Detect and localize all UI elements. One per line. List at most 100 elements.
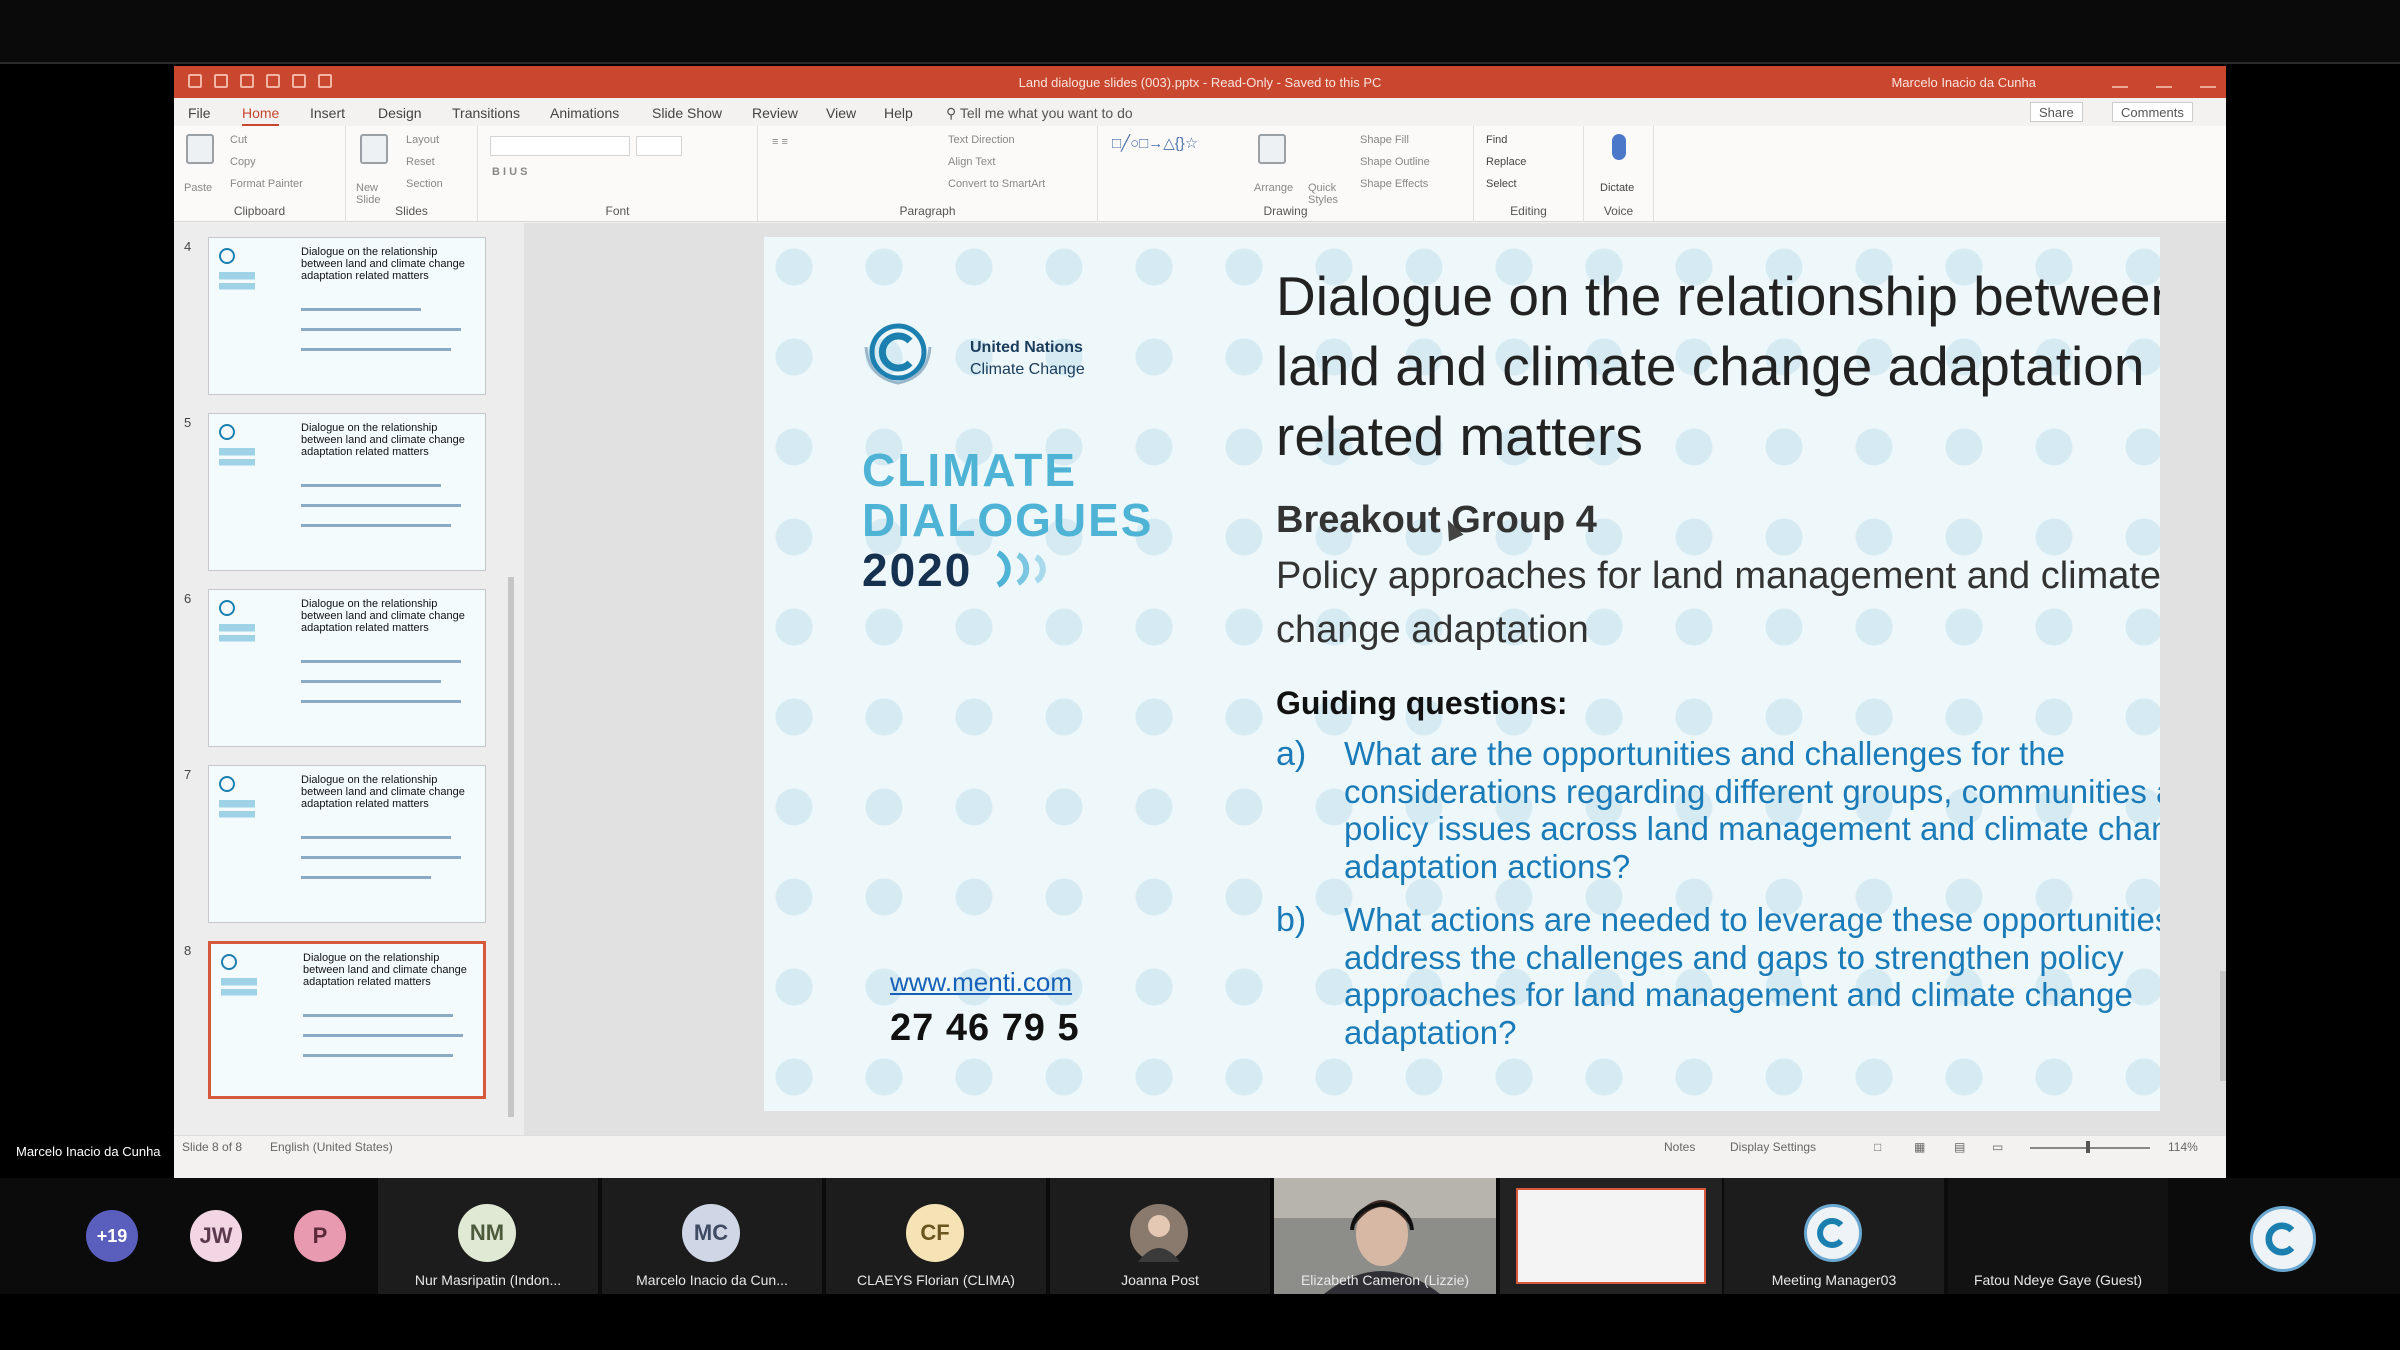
person-photo-icon — [1138, 1215, 1180, 1262]
slide-thumbnail[interactable]: Dialogue on the relationship between lan… — [208, 765, 486, 923]
ribbon: Paste Cut Copy Format Painter Clipboard … — [174, 126, 2226, 222]
thumbnail-scrollbar[interactable] — [506, 231, 516, 1121]
participant-video-tile[interactable]: Elizabeth Cameron (Lizzie) — [1274, 1178, 1496, 1294]
group-label-voice: Voice — [1603, 204, 1634, 218]
scrollbar-thumb[interactable] — [508, 577, 514, 1117]
slide-thumbnail-selected[interactable]: Dialogue on the relationship between lan… — [208, 941, 486, 1099]
more-participants-badge[interactable]: +19 — [86, 1210, 138, 1262]
shapes-gallery[interactable]: □╱○□→△{}☆ — [1112, 134, 1198, 152]
participant-avatar: NM — [458, 1204, 516, 1262]
thumb-number: 7 — [184, 767, 192, 782]
layout-button[interactable]: Layout — [406, 134, 439, 146]
slide-editor: United Nations Climate Change CLIMATE DI… — [524, 223, 2226, 1135]
zoom-slider-thumb[interactable] — [2086, 1141, 2090, 1153]
participant-avatar[interactable]: P — [294, 1210, 346, 1262]
tab-file[interactable]: File — [188, 105, 211, 121]
bullets-icon[interactable]: ≡ ≡ — [772, 136, 788, 148]
slide-canvas[interactable]: United Nations Climate Change CLIMATE DI… — [764, 237, 2160, 1111]
slideshow-icon[interactable]: ▭ — [1992, 1140, 2003, 1154]
section-button[interactable]: Section — [406, 178, 443, 190]
thumb-line — [303, 1034, 463, 1037]
format-painter-button[interactable]: Format Painter — [230, 178, 303, 190]
tab-slide-show[interactable]: Slide Show — [652, 105, 722, 121]
menti-link[interactable]: www.menti.com — [890, 967, 1072, 998]
text-direction-button[interactable]: Text Direction — [948, 134, 1015, 146]
slide-thumbnail[interactable]: Dialogue on the relationship between lan… — [208, 237, 486, 395]
paste-icon[interactable] — [186, 134, 214, 164]
participant-tile[interactable]: Meeting Manager03 — [1724, 1178, 1944, 1294]
reading-view-icon[interactable]: ▤ — [1954, 1140, 1965, 1154]
tab-help[interactable]: Help — [884, 105, 913, 121]
tab-animations[interactable]: Animations — [550, 105, 619, 121]
comments-button[interactable]: Comments — [2112, 102, 2193, 122]
maximize-icon[interactable] — [2156, 72, 2172, 88]
thumb-line — [301, 660, 461, 663]
un-climate-icon — [1817, 1218, 1844, 1248]
thumb-number: 6 — [184, 591, 192, 606]
zoom-slider[interactable] — [2030, 1147, 2150, 1149]
smartart-button[interactable]: Convert to SmartArt — [948, 178, 1045, 190]
display-settings-button[interactable]: Display Settings — [1730, 1140, 1816, 1154]
tab-insert[interactable]: Insert — [310, 105, 345, 121]
close-icon[interactable] — [2200, 72, 2216, 88]
thumb-title: Dialogue on the relationship between lan… — [301, 422, 465, 458]
slide-thumbnail[interactable]: Dialogue on the relationship between lan… — [208, 413, 486, 571]
minimize-icon[interactable] — [2112, 72, 2128, 88]
select-button[interactable]: Select — [1486, 178, 1517, 190]
replace-button[interactable]: Replace — [1486, 156, 1526, 168]
language-status[interactable]: English (United States) — [270, 1140, 393, 1154]
find-button[interactable]: Find — [1486, 134, 1507, 146]
tab-review[interactable]: Review — [752, 105, 798, 121]
zoom-level[interactable]: 114% — [2168, 1140, 2198, 1154]
new-slide-icon[interactable] — [360, 134, 388, 164]
tab-design[interactable]: Design — [378, 105, 422, 121]
notes-button[interactable]: Notes — [1664, 1140, 1695, 1154]
participant-tile[interactable]: MC Marcelo Inacio da Cun... — [602, 1178, 822, 1294]
participant-tile[interactable]: CF CLAEYS Florian (CLIMA) — [826, 1178, 1046, 1294]
self-avatar-un-icon[interactable] — [2250, 1206, 2316, 1272]
scrollbar-thumb[interactable] — [2220, 971, 2226, 1081]
thumb-title: Dialogue on the relationship between lan… — [303, 952, 467, 988]
thumb-climate-logo — [219, 448, 255, 470]
tab-view[interactable]: View — [826, 105, 856, 121]
group-label-editing: Editing — [1510, 204, 1547, 218]
un-logo-avatar-icon — [1804, 1204, 1862, 1262]
shared-screen-tile[interactable] — [1500, 1178, 1722, 1294]
shape-fill-button[interactable]: Shape Fill — [1360, 134, 1409, 146]
slide-scrollbar[interactable] — [2220, 231, 2226, 1111]
paste-label[interactable]: Paste — [184, 182, 212, 194]
arrange-label[interactable]: Arrange — [1254, 182, 1293, 194]
quick-styles-label[interactable]: Quick Styles — [1308, 182, 1348, 206]
participant-tile[interactable]: Fatou Ndeye Gaye (Guest) — [1948, 1178, 2168, 1294]
new-slide-label[interactable]: New Slide — [356, 182, 396, 206]
share-button[interactable]: Share — [2030, 102, 2083, 122]
participant-tile[interactable]: NM Nur Masripatin (Indon... — [378, 1178, 598, 1294]
copy-button[interactable]: Copy — [230, 156, 256, 168]
shape-effects-button[interactable]: Shape Effects — [1360, 178, 1428, 190]
arrange-icon[interactable] — [1258, 134, 1286, 164]
reset-button[interactable]: Reset — [406, 156, 435, 168]
voice-group: Dictate Voice — [1584, 126, 1654, 222]
slide-thumbnail[interactable]: Dialogue on the relationship between lan… — [208, 589, 486, 747]
tell-me-search[interactable]: ⚲ Tell me what you want to do — [946, 105, 1133, 122]
font-name-box[interactable] — [490, 136, 630, 156]
thumb-logo-icon — [219, 776, 235, 792]
bold-icon[interactable]: B I U S — [492, 166, 527, 178]
tab-transitions[interactable]: Transitions — [452, 105, 520, 121]
thumb-climate-logo — [219, 624, 255, 646]
font-size-box[interactable] — [636, 136, 682, 156]
slide-subtitle: Policy approaches for land management an… — [1276, 555, 2160, 651]
dictate-label[interactable]: Dictate — [1600, 182, 1634, 194]
thumb-logo-icon — [221, 954, 237, 970]
account-name[interactable]: Marcelo Inacio da Cunha — [1891, 75, 2036, 90]
align-text-button[interactable]: Align Text — [948, 156, 996, 168]
shape-outline-button[interactable]: Shape Outline — [1360, 156, 1430, 168]
slide-sorter-icon[interactable]: ▦ — [1914, 1140, 1925, 1154]
participant-avatar[interactable]: JW — [190, 1210, 242, 1262]
tab-home[interactable]: Home — [242, 105, 280, 127]
group-label-font: Font — [605, 204, 630, 218]
normal-view-icon[interactable]: □ — [1874, 1140, 1881, 1154]
cut-button[interactable]: Cut — [230, 134, 247, 146]
participant-tile[interactable]: Joanna Post — [1050, 1178, 1270, 1294]
microphone-icon[interactable] — [1612, 134, 1626, 160]
